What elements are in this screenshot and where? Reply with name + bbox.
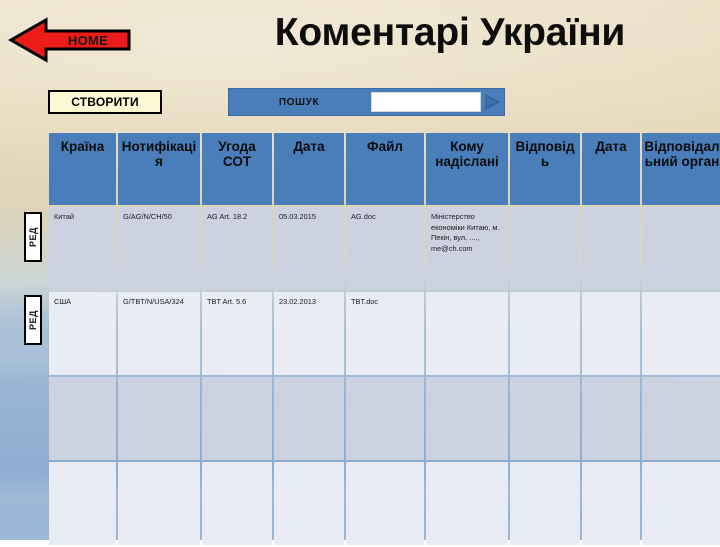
cell-sent-to: [426, 292, 508, 375]
column-header-file[interactable]: Файл: [346, 133, 424, 205]
column-header-reply[interactable]: Відповідь: [510, 133, 580, 205]
column-header-notification[interactable]: Нотифікація: [118, 133, 200, 205]
cell-reply: [510, 462, 580, 545]
table-row[interactable]: [49, 462, 720, 545]
cell-country: [49, 462, 116, 545]
cell-file[interactable]: TBT.doc: [346, 292, 424, 375]
table-header-row: Країна Нотифікація Угода СОТ Дата Файл К…: [49, 133, 720, 205]
cell-date: 23.02.2013: [274, 292, 344, 375]
cell-wto-agreement: [202, 462, 272, 545]
cell-notification: [118, 462, 200, 545]
cell-wto-agreement: TBT Art. 5.6: [202, 292, 272, 375]
column-header-sent-to[interactable]: Кому надіслані: [426, 133, 508, 205]
table-row[interactable]: Китай G/AG/N/CH/50 AG Art. 18.2 05.03.20…: [49, 207, 720, 290]
cell-notification: G/AG/N/CH/50: [118, 207, 200, 290]
cell-date: 05.03.2015: [274, 207, 344, 290]
edit-row-label: РЕД: [28, 227, 39, 247]
cell-reply: [510, 292, 580, 375]
column-header-responsible-body[interactable]: Відповідальний орган: [642, 133, 720, 205]
search-bar: ПОШУК: [228, 88, 505, 116]
cell-reply-date: [582, 292, 640, 375]
table-row[interactable]: [49, 377, 720, 460]
cell-reply: [510, 377, 580, 460]
cell-responsible-body: [642, 462, 720, 545]
cell-country: США: [49, 292, 116, 375]
edit-row-button-1[interactable]: РЕД: [24, 212, 42, 262]
cell-notification: [118, 377, 200, 460]
cell-wto-agreement: AG Art. 18.2: [202, 207, 272, 290]
cell-responsible-body: [642, 292, 720, 375]
cell-responsible-body: [642, 207, 720, 290]
cell-file: [346, 377, 424, 460]
cell-file[interactable]: AG.doc: [346, 207, 424, 290]
cell-country: Китай: [49, 207, 116, 290]
search-label: ПОШУК: [278, 96, 320, 108]
home-button[interactable]: HOME: [8, 16, 132, 64]
cell-wto-agreement: [202, 377, 272, 460]
play-triangle-icon: [485, 94, 500, 110]
comments-table: Країна Нотифікація Угода СОТ Дата Файл К…: [47, 131, 720, 547]
cell-date: [274, 377, 344, 460]
cell-country: [49, 377, 116, 460]
cell-sent-to: [426, 462, 508, 545]
column-header-wto-agreement[interactable]: Угода СОТ: [202, 133, 272, 205]
column-header-country[interactable]: Країна: [49, 133, 116, 205]
cell-date: [274, 462, 344, 545]
cell-reply-date: [582, 207, 640, 290]
column-header-date[interactable]: Дата: [274, 133, 344, 205]
cell-sent-to: [426, 377, 508, 460]
column-header-reply-date[interactable]: Дата: [582, 133, 640, 205]
table-row[interactable]: США G/TBT/N/USA/324 TBT Art. 5.6 23.02.2…: [49, 292, 720, 375]
cell-sent-to: Міністерство економіки Китаю, м. Пекін, …: [426, 207, 508, 290]
cell-reply-date: [582, 462, 640, 545]
cell-file: [346, 462, 424, 545]
cell-notification: G/TBT/N/USA/324: [118, 292, 200, 375]
page-title: Коментарі України: [274, 11, 626, 54]
edit-row-button-2[interactable]: РЕД: [24, 295, 42, 345]
home-label: HOME: [67, 32, 109, 48]
cell-reply: [510, 207, 580, 290]
search-input[interactable]: [371, 92, 481, 112]
create-button[interactable]: СТВОРИТИ: [48, 90, 162, 114]
edit-row-label: РЕД: [28, 310, 39, 330]
cell-responsible-body: [642, 377, 720, 460]
search-submit-button[interactable]: [481, 88, 503, 116]
cell-reply-date: [582, 377, 640, 460]
